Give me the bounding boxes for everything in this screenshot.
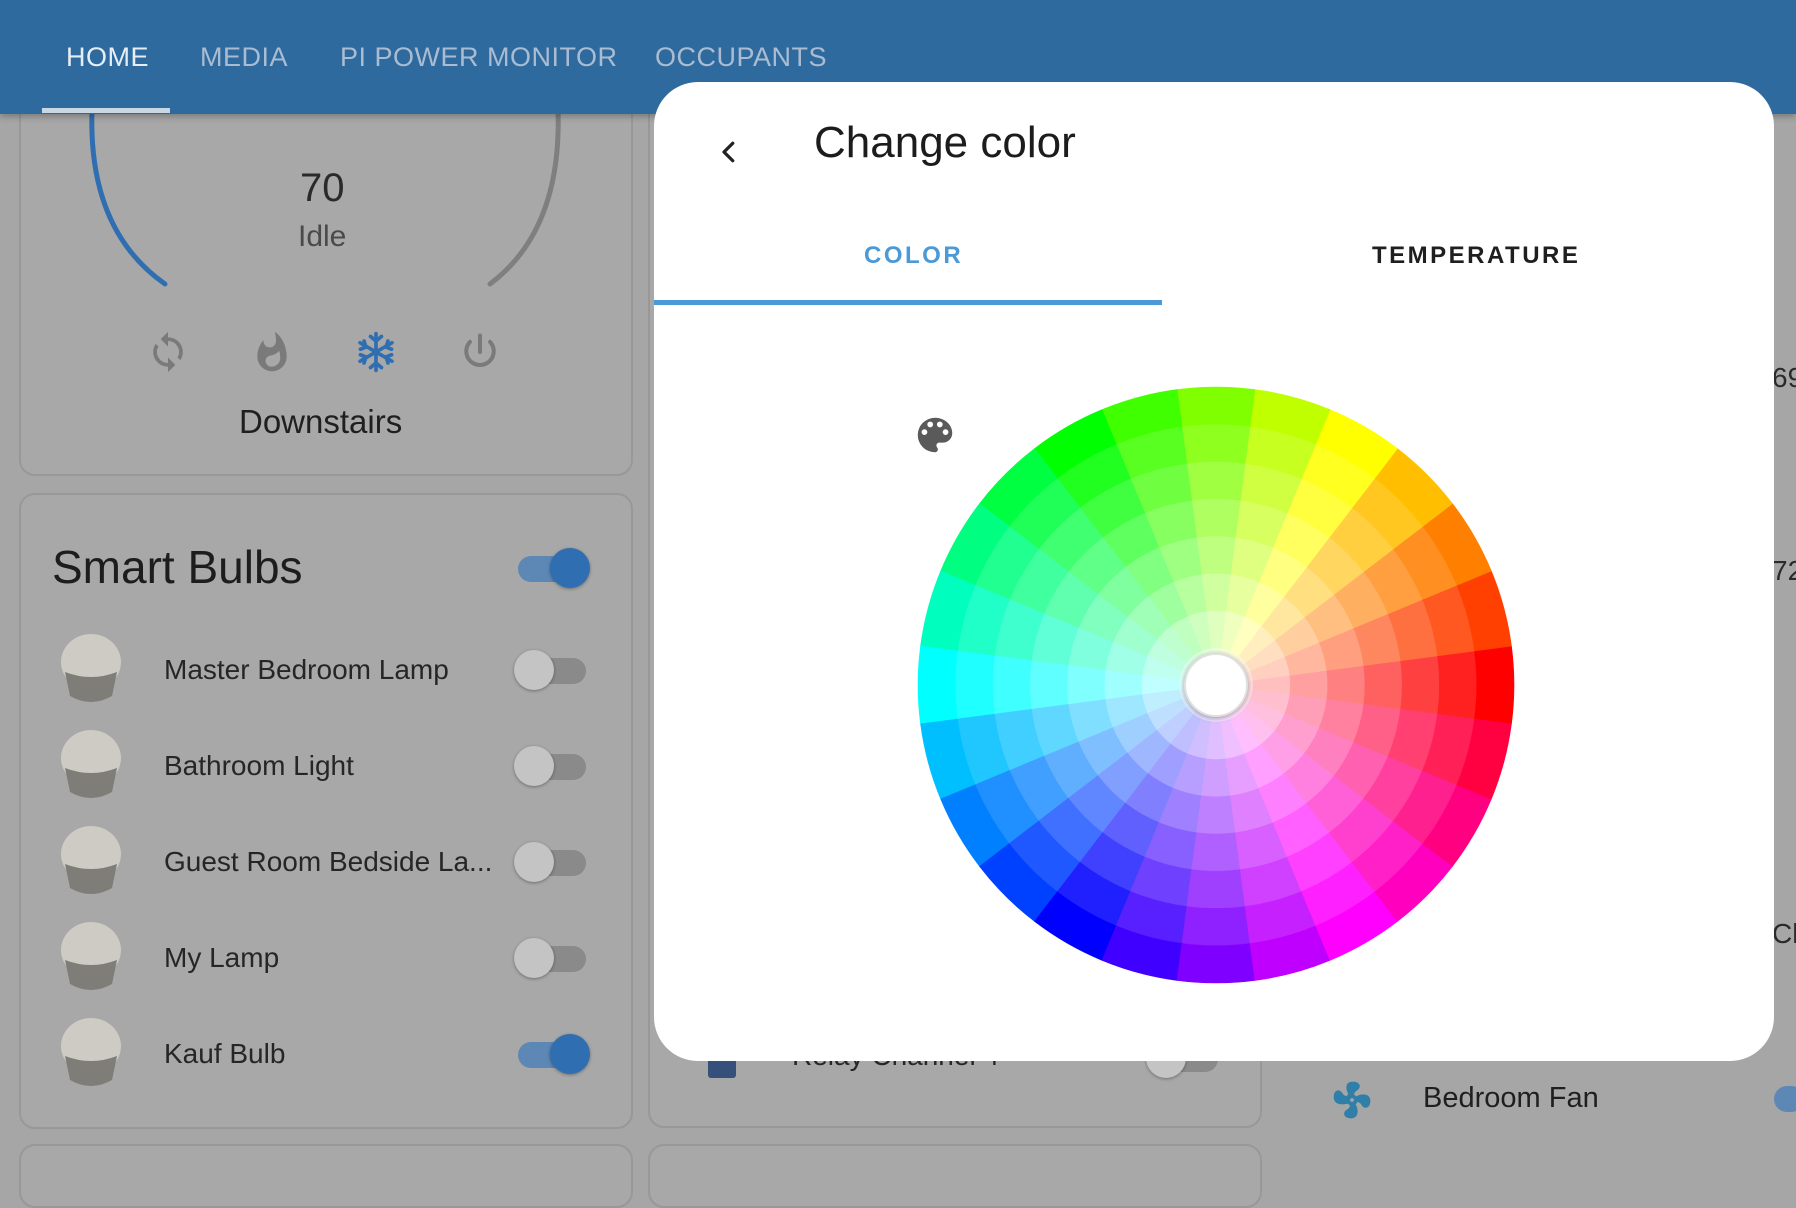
bulb-label-master-bedroom-lamp: Master Bedroom Lamp xyxy=(164,654,449,685)
bulb-label-my-lamp: My Lamp xyxy=(164,942,280,973)
color-wheel-segment[interactable] xyxy=(1176,943,1256,984)
peek-value-3: Cl xyxy=(1772,918,1796,949)
thermostat-state: Idle xyxy=(298,220,347,253)
bulb-label-bathroom-light: Bathroom Light xyxy=(164,750,354,781)
bulb-label-guest-room-bedside-lamp: Guest Room Bedside La... xyxy=(164,846,493,877)
next-card xyxy=(19,1144,633,1208)
toggle-kauf-bulb[interactable] xyxy=(514,1034,590,1074)
toggle-master-bedroom-lamp[interactable] xyxy=(514,650,590,690)
toggle-bathroom-light[interactable] xyxy=(514,746,590,786)
toggle-guest-room-bedside-lamp[interactable] xyxy=(514,842,590,882)
color-wheel-segment[interactable] xyxy=(1437,650,1478,720)
back-button[interactable] xyxy=(704,127,754,177)
color-wheel-segment[interactable] xyxy=(1326,665,1366,705)
smart-bulbs-master-toggle[interactable] xyxy=(514,548,590,588)
dialog-active-tab-indicator xyxy=(654,300,1162,305)
bulb-icon xyxy=(61,1018,121,1086)
color-wheel[interactable] xyxy=(916,385,1516,985)
tab-home[interactable]: HOME xyxy=(66,40,149,74)
color-wheel-segment[interactable] xyxy=(992,655,1032,715)
chevron-left-icon xyxy=(722,141,735,163)
color-wheel-segment[interactable] xyxy=(1029,660,1069,710)
active-tab-indicator xyxy=(42,108,170,113)
color-wheel-segment[interactable] xyxy=(1181,906,1251,947)
tab-pi-power-monitor[interactable]: PI POWER MONITOR xyxy=(340,40,618,74)
bulb-label-kauf-bulb: Kauf Bulb xyxy=(164,1038,286,1069)
color-wheel-segment[interactable] xyxy=(1474,645,1515,725)
bulb-icon xyxy=(61,922,121,990)
color-wheel-segment[interactable] xyxy=(954,650,995,720)
tab-media[interactable]: MEDIA xyxy=(200,40,288,74)
color-wheel-segment[interactable] xyxy=(1176,386,1256,427)
color-wheel-segment[interactable] xyxy=(1196,535,1236,575)
snowflake-icon[interactable] xyxy=(354,330,398,374)
tab-occupants[interactable]: OCCUPANTS xyxy=(655,40,827,74)
color-wheel-segment[interactable] xyxy=(1196,795,1236,835)
peek-value-2: 72 xyxy=(1772,555,1796,586)
color-wheel-segment[interactable] xyxy=(1363,660,1403,710)
fan-label: Bedroom Fan xyxy=(1423,1082,1599,1114)
tab-temperature[interactable]: TEMPERATURE xyxy=(1372,242,1580,270)
change-color-dialog: Change color COLOR TEMPERATURE xyxy=(654,82,1774,1061)
thermostat-name: Downstairs xyxy=(239,403,403,440)
thermostat-current: 70 xyxy=(300,166,345,210)
tab-color[interactable]: COLOR xyxy=(864,242,963,270)
refresh-icon[interactable] xyxy=(146,330,190,374)
bulb-icon xyxy=(61,634,121,702)
color-wheel-segment[interactable] xyxy=(1186,869,1246,909)
color-wheel-handle[interactable] xyxy=(1184,653,1248,717)
color-wheel-segment[interactable] xyxy=(917,645,958,725)
fan-icon xyxy=(1333,1081,1371,1119)
toggle-my-lamp[interactable] xyxy=(514,938,590,978)
color-wheel-segment[interactable] xyxy=(1400,655,1440,715)
fan-toggle[interactable] xyxy=(1774,1086,1796,1112)
flame-icon[interactable] xyxy=(250,330,294,374)
dialog-title: Change color xyxy=(814,118,1076,167)
bulb-icon xyxy=(61,730,121,798)
peek-value-1: 69 xyxy=(1772,362,1796,393)
color-wheel-segment[interactable] xyxy=(1186,461,1246,501)
middle-next-card xyxy=(648,1144,1262,1208)
color-wheel-segment[interactable] xyxy=(1191,498,1241,538)
smart-bulbs-title: Smart Bulbs xyxy=(52,541,303,593)
bulb-icon xyxy=(61,826,121,894)
color-wheel-segment[interactable] xyxy=(1066,665,1106,705)
color-wheel-segment[interactable] xyxy=(1181,423,1251,464)
color-wheel-segment[interactable] xyxy=(1191,832,1241,872)
power-icon[interactable] xyxy=(458,330,502,374)
